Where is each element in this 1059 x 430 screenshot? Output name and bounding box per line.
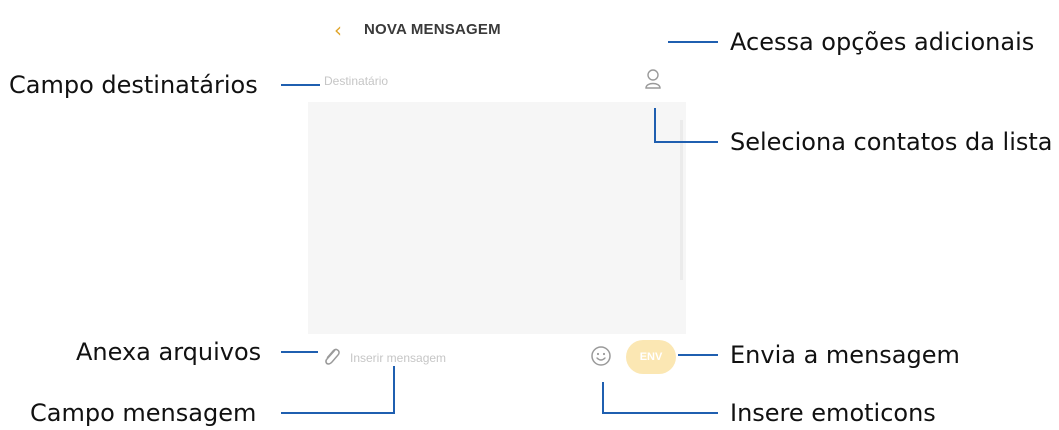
callout-attach-files: Anexa arquivos: [76, 338, 262, 366]
scrollbar[interactable]: [680, 120, 683, 280]
callout-send-message: Envia a mensagem: [730, 341, 960, 369]
page-title: NOVA MENSAGEM: [364, 21, 501, 38]
message-input[interactable]: [348, 347, 572, 369]
smiley-icon[interactable]: [590, 345, 612, 367]
callout-select-contacts: Seleciona contatos da lista: [730, 128, 1053, 156]
paperclip-icon[interactable]: [322, 346, 342, 368]
app-header: ‹ NOVA MENSAGEM: [308, 0, 686, 59]
callout-insert-emoticons: Insere emoticons: [730, 399, 936, 427]
callout-recipients-field: Campo destinatários: [9, 71, 258, 99]
send-button[interactable]: ENV: [626, 340, 676, 374]
recipient-input[interactable]: [322, 70, 626, 92]
compose-row: ENV: [308, 334, 686, 382]
recipient-row: [308, 58, 686, 102]
conversation-area: [308, 102, 686, 334]
back-arrow-icon[interactable]: ‹: [334, 20, 348, 40]
leader-line-insert-emoticons: [602, 382, 718, 414]
callout-more-options: Acessa opções adicionais: [730, 28, 1035, 56]
contact-icon[interactable]: [644, 68, 662, 90]
message-screen: ‹ NOVA MENSAGEM ENV: [308, 0, 686, 382]
callout-message-field: Campo mensagem: [30, 399, 257, 427]
